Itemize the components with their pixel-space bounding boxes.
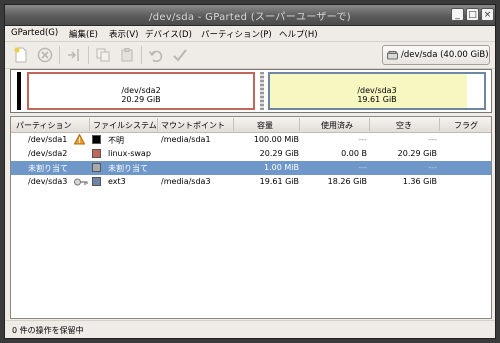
paste-icon[interactable] (119, 47, 135, 63)
row-partition: /dev/sda1 (28, 135, 68, 144)
map-partition-sda3[interactable]: /dev/sda3 19.61 GiB (268, 72, 486, 110)
toolbar-separator (59, 46, 60, 64)
col-free[interactable]: 空き (396, 120, 412, 131)
col-size[interactable]: 容量 (257, 120, 273, 131)
fs-color-swatch (92, 163, 101, 172)
table-header: パーティション ファイルシステム マウントポイント 容量 使用済み 空き フラグ (11, 117, 491, 133)
map-partition-size: 19.61 GiB (357, 95, 397, 104)
minimize-button[interactable]: _ (451, 8, 464, 21)
toolbar-separator (88, 46, 89, 64)
row-mountpoint: /media/sda3 (161, 177, 211, 186)
row-partition: /dev/sda2 (28, 149, 68, 158)
toolbar: /dev/sda (40.00 GiB) (5, 42, 495, 69)
col-partition[interactable]: パーティション (16, 120, 72, 131)
maximize-button[interactable]: □ (466, 8, 479, 21)
status-bar: 0 件の操作を保留中 (5, 320, 495, 338)
row-partition: 未割り当て (28, 164, 68, 173)
col-used[interactable]: 使用済み (321, 120, 353, 131)
row-free: 1.36 GiB (402, 177, 437, 186)
gparted-window: /dev/sda - GParted (スーパーユーザーで) _ □ × GPa… (4, 4, 496, 339)
key-icon (74, 178, 88, 188)
row-filesystem: 不明 (108, 136, 124, 145)
map-partition-size: 20.29 GiB (121, 95, 161, 104)
delete-icon[interactable] (37, 47, 53, 63)
device-selector-label: /dev/sda (40.00 GiB) (401, 50, 489, 60)
col-flags[interactable]: フラグ (454, 120, 478, 131)
row-size: 19.61 GiB (259, 177, 299, 186)
row-filesystem: linux-swap (108, 149, 151, 158)
new-icon[interactable] (13, 47, 29, 63)
map-partition-sda2[interactable]: /dev/sda2 20.29 GiB (27, 72, 255, 110)
toolbar-separator (141, 46, 142, 64)
resize-move-icon[interactable] (66, 47, 82, 63)
row-free: --- (428, 163, 437, 172)
menu-partition[interactable]: パーティション(P) (201, 28, 272, 40)
map-unallocated[interactable] (260, 72, 264, 110)
copy-icon[interactable] (95, 47, 111, 63)
row-size: 100.00 MiB (253, 135, 299, 144)
menu-help[interactable]: ヘルプ(H) (279, 28, 318, 40)
window-title: /dev/sda - GParted (スーパーユーザーで) (149, 12, 351, 23)
map-partition-name: /dev/sda2 (121, 86, 161, 95)
menu-device[interactable]: デバイス(D) (145, 28, 192, 40)
row-filesystem: 未割り当て (108, 164, 148, 173)
apply-icon[interactable] (172, 47, 188, 63)
menu-view[interactable]: 表示(V) (109, 28, 138, 40)
table-row[interactable]: /dev/sda3 ext3 /media/sda3 19.61 GiB 18.… (11, 175, 491, 189)
table-row[interactable]: /dev/sda1 不明 /media/sda1 100.00 MiB --- … (11, 133, 491, 147)
col-filesystem[interactable]: ファイルシステム (93, 120, 157, 131)
device-selector[interactable]: /dev/sda (40.00 GiB) (382, 45, 490, 65)
partition-table: パーティション ファイルシステム マウントポイント 容量 使用済み 空き フラグ… (10, 116, 492, 319)
disk-map: /dev/sda2 20.29 GiB /dev/sda3 19.61 GiB (10, 69, 492, 113)
row-size: 20.29 GiB (259, 149, 299, 158)
row-used: --- (358, 163, 367, 172)
menu-gparted[interactable]: GParted(G) (11, 28, 58, 38)
row-used: 18.26 GiB (327, 177, 367, 186)
row-size: 1.00 MiB (264, 163, 299, 172)
row-used: 0.00 B (341, 149, 367, 158)
menu-bar: GParted(G) 編集(E) 表示(V) デバイス(D) パーティション(P… (5, 26, 495, 42)
title-bar[interactable]: /dev/sda - GParted (スーパーユーザーで) _ □ × (5, 5, 495, 26)
map-partition-sda1[interactable] (17, 72, 21, 110)
table-row-selected[interactable]: 未割り当て 未割り当て 1.00 MiB --- --- (11, 161, 491, 175)
row-partition: /dev/sda3 (28, 177, 68, 186)
undo-icon[interactable] (148, 47, 164, 63)
fs-color-swatch (92, 149, 101, 158)
menu-edit[interactable]: 編集(E) (69, 28, 98, 40)
row-used: --- (358, 135, 367, 144)
fs-color-swatch (92, 177, 101, 186)
row-free: --- (428, 135, 437, 144)
close-button[interactable]: × (481, 8, 494, 21)
warning-icon (73, 133, 86, 147)
fs-color-swatch (92, 135, 101, 144)
col-mountpoint[interactable]: マウントポイント (161, 120, 225, 131)
map-partition-name: /dev/sda3 (357, 86, 397, 95)
harddisk-icon (387, 51, 398, 62)
pending-operations-text: 0 件の操作を保留中 (12, 326, 84, 335)
row-mountpoint: /media/sda1 (161, 135, 211, 144)
row-filesystem: ext3 (108, 177, 126, 186)
table-row[interactable]: /dev/sda2 linux-swap 20.29 GiB 0.00 B 20… (11, 147, 491, 161)
row-free: 20.29 GiB (397, 149, 437, 158)
